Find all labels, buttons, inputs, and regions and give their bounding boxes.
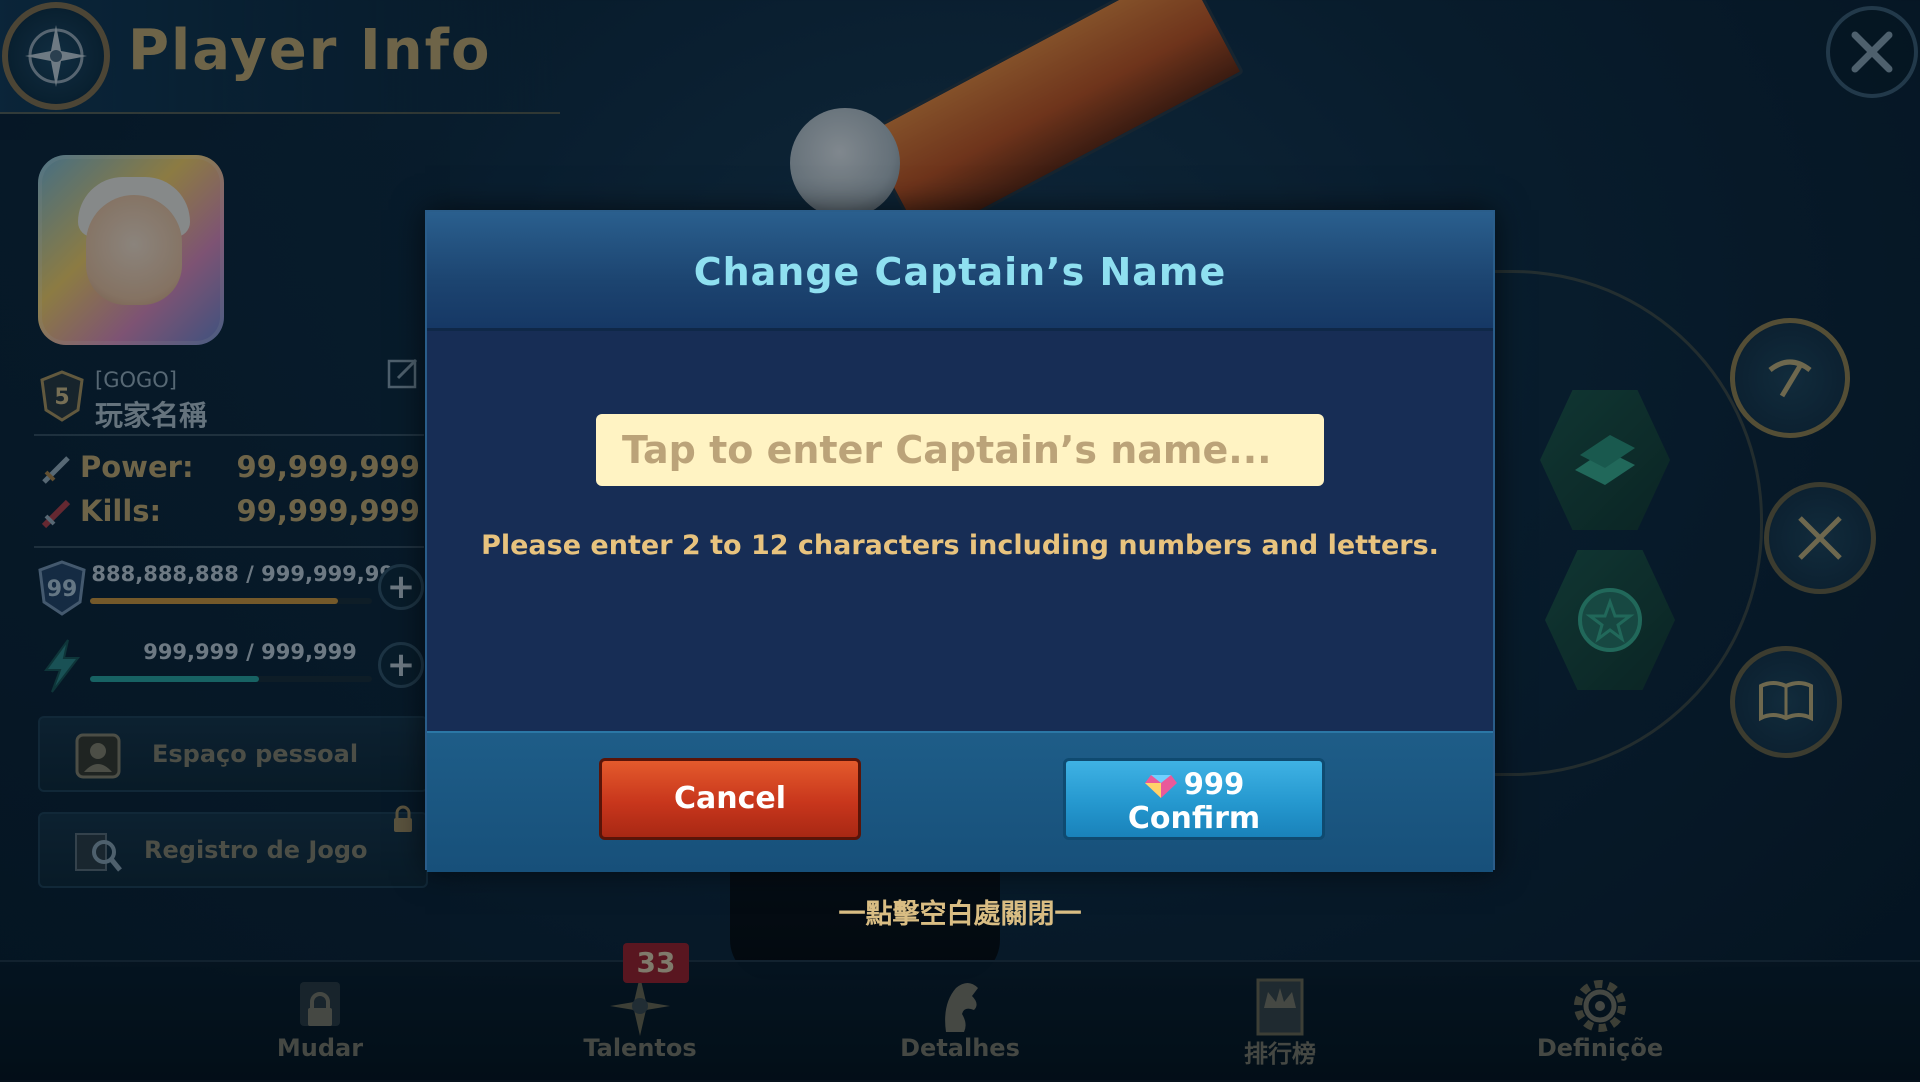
name-rule-hint: Please enter 2 to 12 characters includin… (481, 530, 1439, 561)
confirm-cost: 999 (1183, 767, 1245, 801)
dialog-header: Change Captain’s Name (427, 212, 1493, 331)
dialog-footer: Cancel 999 Confirm (427, 731, 1493, 872)
change-name-dialog: Change Captain’s Name Please enter 2 to … (425, 210, 1495, 872)
confirm-button[interactable]: 999 Confirm (1063, 758, 1325, 840)
cancel-button[interactable]: Cancel (599, 758, 861, 840)
confirm-label: Confirm (1127, 801, 1261, 836)
dialog-title: Change Captain’s Name (693, 250, 1227, 294)
gem-icon (1144, 775, 1177, 798)
captain-name-input[interactable] (596, 414, 1324, 486)
tap-to-close-hint: 一點擊空白處關閉一 (838, 899, 1082, 930)
confirm-cost-row: 999 (1066, 767, 1322, 801)
